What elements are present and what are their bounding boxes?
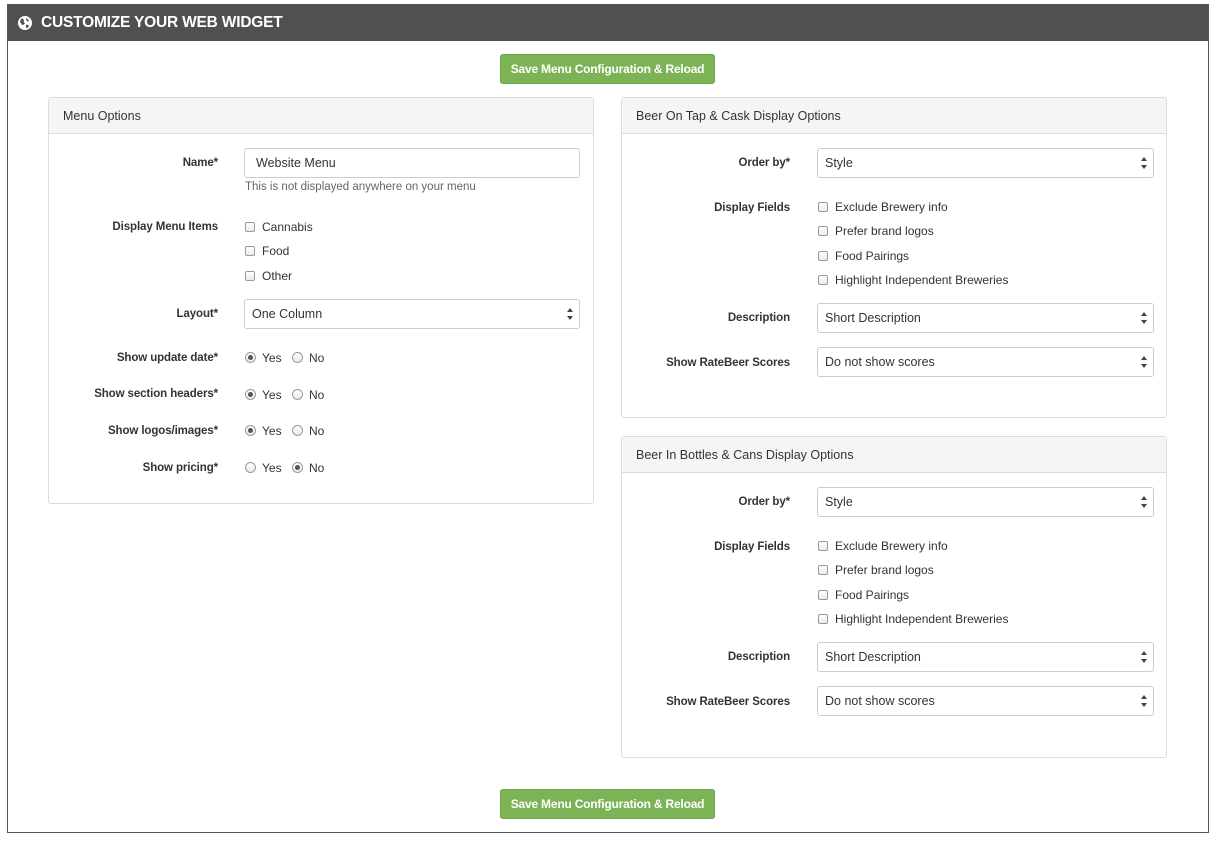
checkbox-prefer-logos[interactable] <box>818 226 828 236</box>
radio-section-headers-yes[interactable] <box>245 389 256 400</box>
select-arrows-icon <box>1141 695 1147 707</box>
save-button-bottom[interactable]: Save Menu Configuration & Reload <box>500 789 715 819</box>
show-section-headers-label: Show section headers* <box>94 388 218 400</box>
widget-customizer: CUSTOMIZE YOUR WEB WIDGET Save Menu Conf… <box>7 4 1209 833</box>
checkbox-label: Food Pairings <box>835 588 910 602</box>
bottles-cans-panel: Beer In Bottles & Cans Display Options O… <box>621 436 1167 758</box>
radio-label-no: No <box>309 424 325 438</box>
radio-label-yes: Yes <box>262 461 282 475</box>
ratebeer-label: Show RateBeer Scores <box>666 357 790 369</box>
checkbox-other[interactable] <box>245 271 255 281</box>
checkbox-food-pairings[interactable] <box>818 251 828 261</box>
page-header: CUSTOMIZE YOUR WEB WIDGET <box>8 5 1208 41</box>
layout-select-value: One Column <box>252 307 323 321</box>
radio-pricing-no[interactable] <box>292 462 303 473</box>
checkbox-highlight-independent[interactable] <box>818 614 828 624</box>
checkbox-label: Exclude Brewery info <box>835 200 948 214</box>
checkbox-label: Prefer brand logos <box>835 563 934 577</box>
tap-ratebeer-select[interactable]: Do not show scores <box>817 347 1154 377</box>
select-value: Do not show scores <box>825 355 935 369</box>
select-arrows-icon <box>1141 356 1147 368</box>
checkbox-label: Prefer brand logos <box>835 224 934 238</box>
checkbox-exclude-brewery[interactable] <box>818 202 828 212</box>
panel-title: Beer On Tap & Cask Display Options <box>622 98 1166 134</box>
select-value: Style <box>825 495 853 509</box>
checkbox-label: Highlight Independent Breweries <box>835 612 1009 626</box>
name-help-text: This is not displayed anywhere on your m… <box>245 181 476 193</box>
select-arrows-icon <box>1141 312 1147 324</box>
select-arrows-icon <box>1141 651 1147 663</box>
select-arrows-icon <box>1141 157 1147 169</box>
checkbox-label-food: Food <box>262 244 290 258</box>
checkbox-label: Food Pairings <box>835 249 910 263</box>
radio-label-no: No <box>309 461 325 475</box>
radio-label-yes: Yes <box>262 388 282 402</box>
radio-label-yes: Yes <box>262 351 282 365</box>
save-button-top[interactable]: Save Menu Configuration & Reload <box>500 54 715 84</box>
bottle-description-select[interactable]: Short Description <box>817 642 1154 672</box>
radio-section-headers-no[interactable] <box>292 389 303 400</box>
page-title: CUSTOMIZE YOUR WEB WIDGET <box>41 14 283 31</box>
radio-label-yes: Yes <box>262 424 282 438</box>
order-by-label: Order by* <box>738 157 790 169</box>
name-label: Name* <box>182 157 218 169</box>
select-arrows-icon <box>567 308 573 320</box>
globe-icon <box>17 15 33 31</box>
radio-logos-yes[interactable] <box>245 425 256 436</box>
description-label: Description <box>727 651 790 663</box>
select-value: Do not show scores <box>825 694 935 708</box>
bottle-order-by-select[interactable]: Style <box>817 487 1154 517</box>
layout-select[interactable]: One Column <box>244 299 580 329</box>
checkbox-cannabis[interactable] <box>245 222 255 232</box>
show-logos-label: Show logos/images* <box>107 425 218 437</box>
checkbox-exclude-brewery[interactable] <box>818 541 828 551</box>
tap-description-select[interactable]: Short Description <box>817 303 1154 333</box>
panel-title: Menu Options <box>49 98 593 134</box>
checkbox-label-cannabis: Cannabis <box>262 220 313 234</box>
tap-order-by-select[interactable]: Style <box>817 148 1154 178</box>
checkbox-label: Highlight Independent Breweries <box>835 273 1009 287</box>
checkbox-label: Exclude Brewery info <box>835 539 948 553</box>
checkbox-label-other: Other <box>262 269 293 283</box>
display-fields-label: Display Fields <box>714 202 790 214</box>
show-update-date-label: Show update date* <box>116 352 218 364</box>
radio-pricing-yes[interactable] <box>245 462 256 473</box>
description-label: Description <box>727 312 790 324</box>
radio-update-date-no[interactable] <box>292 352 303 363</box>
checkbox-food-pairings[interactable] <box>818 590 828 600</box>
menu-options-panel: Menu Options Name* Website Menu This is … <box>48 97 594 504</box>
checkbox-food[interactable] <box>245 246 255 256</box>
select-value: Style <box>825 156 853 170</box>
checkbox-prefer-logos[interactable] <box>818 565 828 575</box>
ratebeer-label: Show RateBeer Scores <box>666 696 790 708</box>
select-arrows-icon <box>1141 496 1147 508</box>
panel-title: Beer In Bottles & Cans Display Options <box>622 437 1166 473</box>
layout-label: Layout* <box>176 308 219 320</box>
menu-name-field[interactable]: Website Menu <box>244 148 580 178</box>
radio-logos-no[interactable] <box>292 425 303 436</box>
display-items-label: Display Menu Items <box>112 221 218 233</box>
show-pricing-label: Show pricing* <box>142 462 218 474</box>
select-value: Short Description <box>825 311 921 325</box>
checkbox-highlight-independent[interactable] <box>818 275 828 285</box>
bottle-ratebeer-select[interactable]: Do not show scores <box>817 686 1154 716</box>
radio-update-date-yes[interactable] <box>245 352 256 363</box>
order-by-label: Order by* <box>738 496 790 508</box>
tap-cask-panel: Beer On Tap & Cask Display Options Order… <box>621 97 1167 418</box>
select-value: Short Description <box>825 650 921 664</box>
radio-label-no: No <box>309 388 325 402</box>
radio-label-no: No <box>309 351 325 365</box>
display-fields-label: Display Fields <box>714 541 790 553</box>
